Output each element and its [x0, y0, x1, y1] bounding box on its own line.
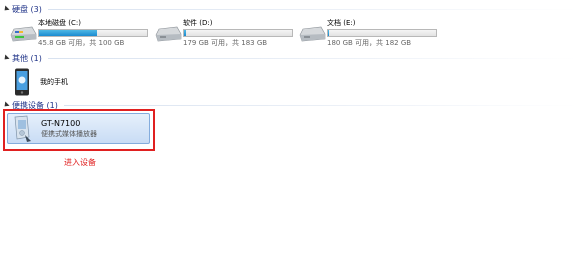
- group-header-hard-disks[interactable]: 硬盘 (3): [2, 3, 578, 15]
- drive-name: 文档 (E:): [327, 19, 356, 27]
- free-space-text: 45.8 GB 可用，共 100 GB: [38, 39, 125, 47]
- collapse-arrow-icon[interactable]: [2, 101, 10, 109]
- free-space-text: 179 GB 可用，共 183 GB: [183, 39, 268, 47]
- drive-name: 本地磁盘 (C:): [38, 19, 81, 27]
- highlight-box: [3, 109, 155, 151]
- group-header-other[interactable]: 其他 (1): [2, 52, 578, 64]
- capacity-bar: [327, 29, 437, 37]
- capacity-bar-fill: [184, 30, 187, 36]
- capacity-bar-fill: [39, 30, 98, 36]
- divider: [63, 104, 578, 106]
- drive-name: 软件 (D:): [183, 19, 213, 27]
- capacity-bar: [183, 29, 293, 37]
- hard-drive-icon: [155, 26, 182, 42]
- group-title: 硬盘 (3): [12, 4, 42, 14]
- divider: [47, 57, 578, 59]
- annotation-text: 进入设备: [64, 158, 96, 167]
- capacity-bar-fill: [328, 30, 330, 36]
- my-phone-item[interactable]: 我的手机: [14, 68, 134, 98]
- drive-e[interactable]: 文档 (E:) 180 GB 可用，共 182 GB: [299, 17, 439, 47]
- divider: [47, 8, 578, 10]
- phone-icon: [15, 68, 29, 96]
- phone-name: 我的手机: [40, 78, 68, 86]
- free-space-text: 180 GB 可用，共 182 GB: [327, 39, 412, 47]
- capacity-bar: [38, 29, 148, 37]
- collapse-arrow-icon[interactable]: [2, 5, 10, 13]
- hard-drive-icon: [10, 26, 37, 42]
- drive-c[interactable]: 本地磁盘 (C:) 45.8 GB 可用，共 100 GB: [10, 17, 150, 47]
- collapse-arrow-icon[interactable]: [2, 54, 10, 62]
- group-title: 其他 (1): [12, 53, 42, 63]
- drive-d[interactable]: 软件 (D:) 179 GB 可用，共 183 GB: [155, 17, 295, 47]
- hard-drive-icon: [299, 26, 326, 42]
